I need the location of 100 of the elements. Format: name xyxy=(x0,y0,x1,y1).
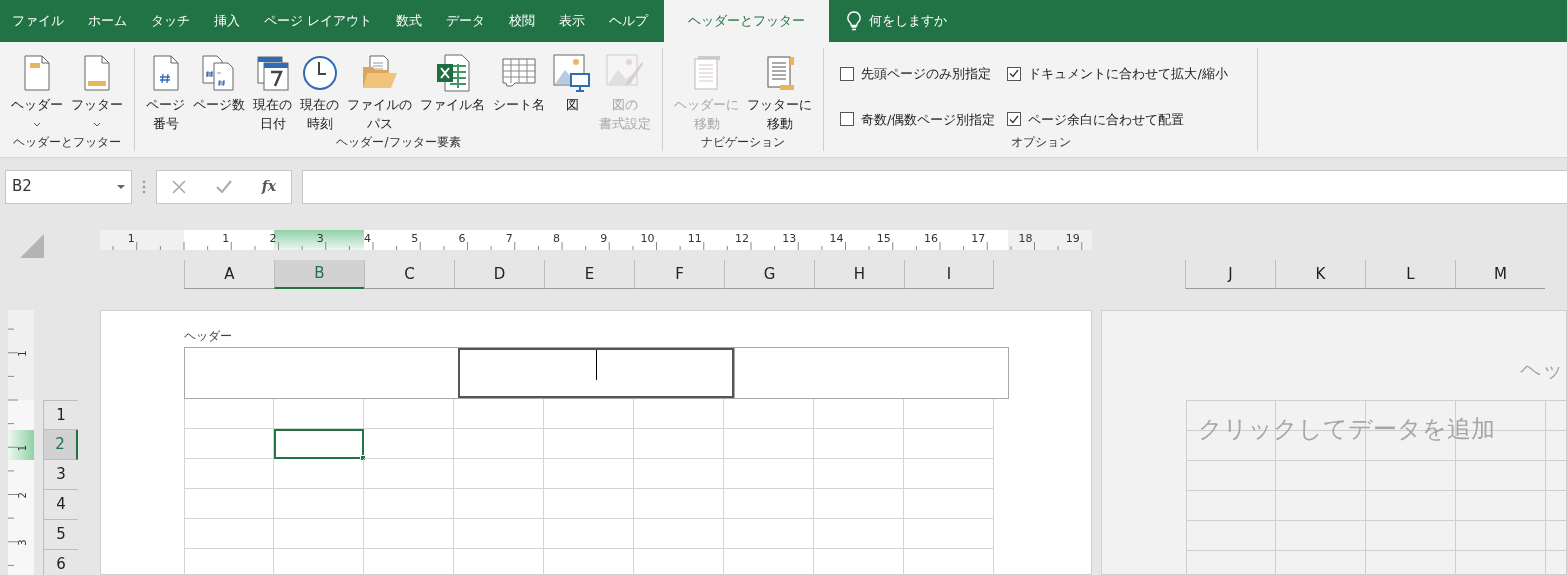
grid-cell[interactable] xyxy=(724,429,814,459)
grid-cell[interactable] xyxy=(904,519,994,549)
column-header[interactable]: D xyxy=(454,260,544,289)
ribbon-tab[interactable]: データ xyxy=(434,0,498,42)
grid-cell[interactable] xyxy=(184,519,274,549)
row-header[interactable]: 3 xyxy=(43,460,78,490)
column-header[interactable]: E xyxy=(544,260,634,289)
grid-cell[interactable] xyxy=(1366,491,1456,521)
ribbon-button[interactable]: フッター xyxy=(68,51,126,133)
column-header[interactable]: I xyxy=(904,260,994,289)
grid-cell[interactable] xyxy=(274,489,364,519)
row-header[interactable]: 5 xyxy=(43,520,78,550)
grid-cell[interactable] xyxy=(274,459,364,489)
ribbon-button[interactable]: フッターに 移動 xyxy=(744,51,815,133)
grid-cell[interactable] xyxy=(1186,491,1276,521)
formula-input[interactable] xyxy=(302,169,1567,204)
grid-cell[interactable] xyxy=(544,399,634,429)
column-header[interactable]: L xyxy=(1365,260,1455,289)
grid-cell[interactable] xyxy=(1456,491,1546,521)
ribbon-tab[interactable]: ホーム xyxy=(76,0,139,42)
ribbon-button[interactable]: ファイルの パス xyxy=(344,51,415,133)
column-header[interactable]: F xyxy=(634,260,724,289)
ribbon-tab[interactable]: タッチ xyxy=(139,0,202,42)
row-header[interactable]: 2 xyxy=(43,430,78,460)
grid-cell[interactable] xyxy=(1276,521,1366,551)
grid-cell[interactable] xyxy=(634,399,724,429)
ribbon-tab[interactable]: 数式 xyxy=(384,0,435,42)
ribbon-tab[interactable]: ヘッダーとフッター xyxy=(664,0,830,42)
column-header[interactable]: M xyxy=(1455,260,1545,289)
column-header[interactable]: G xyxy=(724,260,814,289)
grid-cell[interactable] xyxy=(184,489,274,519)
ribbon-button[interactable]: ファイル名 xyxy=(417,51,488,133)
checkbox[interactable]: ページ余白に合わせて配置 xyxy=(1007,105,1228,133)
grip-icon[interactable] xyxy=(142,179,146,194)
grid-cell[interactable] xyxy=(1186,521,1276,551)
column-header[interactable]: C xyxy=(364,260,454,289)
grid-cell[interactable] xyxy=(1456,461,1546,491)
tell-me-box[interactable]: 何をしますか xyxy=(847,0,948,42)
ribbon-tab[interactable]: 表示 xyxy=(547,0,598,42)
grid-cell[interactable] xyxy=(634,519,724,549)
grid-cell[interactable] xyxy=(1186,461,1276,491)
grid-cell[interactable] xyxy=(274,399,364,429)
ribbon-tab[interactable]: ファイル xyxy=(0,0,76,42)
row-header[interactable]: 6 xyxy=(43,550,78,575)
grid-cell[interactable] xyxy=(814,489,904,519)
grid-cell[interactable] xyxy=(904,399,994,429)
select-all-icon[interactable] xyxy=(20,233,44,258)
grid-cell[interactable] xyxy=(454,429,544,459)
grid-cell[interactable] xyxy=(634,489,724,519)
insert-function-button[interactable]: fx xyxy=(261,176,277,197)
fill-handle[interactable] xyxy=(360,455,366,461)
active-cell[interactable] xyxy=(274,429,364,459)
column-header[interactable]: H xyxy=(814,260,904,289)
ribbon-button[interactable]: 現在の 日付 xyxy=(250,51,295,133)
grid-cell[interactable] xyxy=(634,429,724,459)
row-header[interactable]: 4 xyxy=(43,490,78,520)
grid-cell[interactable] xyxy=(1186,551,1276,574)
grid-cell[interactable] xyxy=(454,489,544,519)
ribbon-button[interactable]: ページ 番号 xyxy=(143,51,188,133)
grid-cell[interactable] xyxy=(364,519,454,549)
grid-cell[interactable] xyxy=(544,459,634,489)
ribbon-button[interactable]: ヘッダー xyxy=(8,51,66,133)
grid-cell[interactable] xyxy=(904,489,994,519)
grid-cell[interactable] xyxy=(544,489,634,519)
grid-cell[interactable] xyxy=(724,459,814,489)
checkbox[interactable]: 奇数/偶数ページ別指定 xyxy=(840,105,996,133)
grid-cell[interactable] xyxy=(364,399,454,429)
grid-cell[interactable] xyxy=(1366,521,1456,551)
name-box[interactable]: B2 xyxy=(5,169,132,204)
grid-cell[interactable] xyxy=(814,519,904,549)
ribbon-tab[interactable]: ヘルプ xyxy=(597,0,661,42)
grid-cell[interactable] xyxy=(814,399,904,429)
grid-cell[interactable] xyxy=(544,429,634,459)
ribbon-button[interactable]: 現在の 時刻 xyxy=(297,51,342,133)
grid-cell[interactable] xyxy=(364,489,454,519)
grid-cell[interactable] xyxy=(724,399,814,429)
close-icon[interactable] xyxy=(171,179,186,194)
grid-cell[interactable] xyxy=(724,519,814,549)
column-header[interactable]: K xyxy=(1275,260,1365,289)
ribbon-button[interactable]: ページ数 xyxy=(190,51,248,133)
grid-cell[interactable] xyxy=(184,549,274,575)
ribbon-tab[interactable]: 挿入 xyxy=(202,0,252,42)
grid-cell[interactable] xyxy=(184,399,274,429)
grid-cell[interactable] xyxy=(184,459,274,489)
grid-cell[interactable] xyxy=(1276,491,1366,521)
grid-cell[interactable] xyxy=(724,489,814,519)
ribbon-tab[interactable]: 校閲 xyxy=(497,0,548,42)
checkbox[interactable]: 先頭ページのみ別指定 xyxy=(840,60,996,88)
grid-cell[interactable] xyxy=(1366,461,1456,491)
grid-cell[interactable] xyxy=(904,459,994,489)
grid-cell[interactable] xyxy=(904,429,994,459)
grid-cell[interactable] xyxy=(544,519,634,549)
column-header[interactable]: B xyxy=(274,260,364,289)
dropdown-arrow-icon[interactable] xyxy=(117,184,125,189)
grid-cell[interactable] xyxy=(1456,521,1546,551)
ribbon-button[interactable]: シート名 xyxy=(490,51,548,133)
grid-cell[interactable] xyxy=(814,459,904,489)
grid-cell[interactable] xyxy=(184,429,274,459)
grid-cell[interactable] xyxy=(454,519,544,549)
checkbox[interactable]: ドキュメントに合わせて拡大/縮小 xyxy=(1007,60,1228,88)
